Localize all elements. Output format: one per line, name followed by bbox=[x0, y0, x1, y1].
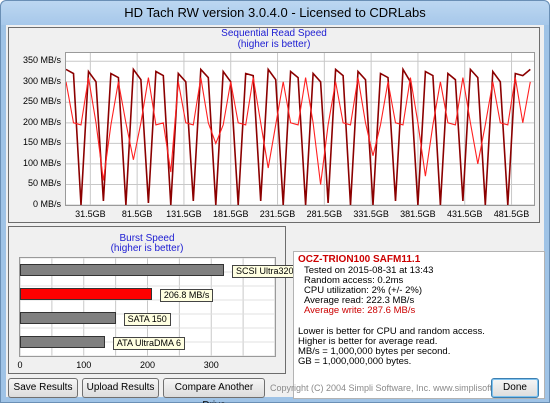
client-area: Sequential Read Speed (higher is better)… bbox=[6, 25, 545, 403]
burst-x-tick-label: 100 bbox=[76, 360, 92, 370]
read-y-tick-label: 200 MB/s bbox=[22, 116, 61, 127]
read-x-tick-label: 181.5GB bbox=[212, 209, 249, 219]
average-write: Average write: 287.6 MB/s bbox=[304, 305, 416, 316]
read-y-tick-label: 0 MB/s bbox=[32, 199, 61, 209]
burst-x-tick-label: 300 bbox=[203, 360, 219, 370]
burst-graph-subtitle: (higher is better) bbox=[110, 243, 184, 254]
read-x-tick-label: 131.5GB bbox=[166, 209, 202, 219]
burst-bar-label: SATA 150 bbox=[123, 313, 171, 326]
read-x-tick-label: 81.5GB bbox=[121, 209, 153, 219]
upload-results-button[interactable]: Upload Results bbox=[82, 378, 159, 398]
read-graph-subtitle: (higher is better) bbox=[237, 39, 311, 50]
read-y-tick-label: 50 MB/s bbox=[27, 178, 61, 189]
read-x-tick-label: 381.5GB bbox=[400, 209, 436, 219]
read-x-tick-label: 481.5GB bbox=[493, 209, 530, 219]
burst-bar bbox=[20, 288, 152, 300]
burst-x-tick-label: 0 bbox=[17, 360, 23, 370]
burst-bar-label: 206.8 MB/s bbox=[159, 289, 214, 302]
results-info-box: OCZ-TRION100 SAFM11.1 Tested on 2015-08-… bbox=[293, 251, 545, 399]
read-y-tick-label: 150 MB/s bbox=[22, 137, 61, 148]
read-y-tick-label: 300 MB/s bbox=[22, 75, 61, 86]
done-button[interactable]: Done bbox=[491, 378, 539, 398]
read-x-tick-label: 31.5GB bbox=[75, 209, 106, 219]
title-bar[interactable]: HD Tach RW version 3.0.4.0 - Licensed to… bbox=[1, 1, 549, 25]
burst-bar bbox=[20, 264, 224, 276]
read-x-tick-label: 331.5GB bbox=[353, 209, 389, 219]
burst-bar bbox=[20, 312, 116, 324]
read-chart bbox=[66, 53, 534, 205]
read-plot-area bbox=[65, 52, 535, 206]
burst-graph-panel: Burst Speed (higher is better) SCSI Ultr… bbox=[8, 226, 298, 374]
read-x-tick-label: 231.5GB bbox=[259, 209, 296, 219]
read-graph-panel: Sequential Read Speed (higher is better)… bbox=[8, 27, 540, 223]
app-window: HD Tach RW version 3.0.4.0 - Licensed to… bbox=[0, 0, 550, 403]
drive-name: OCZ-TRION100 SAFM11.1 bbox=[298, 254, 421, 265]
save-results-button[interactable]: Save Results bbox=[8, 378, 78, 398]
window-title: HD Tach RW version 3.0.4.0 - Licensed to… bbox=[124, 5, 426, 20]
read-x-tick-label: 281.5GB bbox=[306, 209, 343, 219]
burst-bar-label: SCSI Ultra320 bbox=[232, 265, 298, 278]
compare-drive-button[interactable]: Compare Another Drive bbox=[163, 378, 265, 403]
read-x-tick-label: 431.5GB bbox=[446, 209, 483, 219]
burst-x-tick-label: 200 bbox=[139, 360, 156, 370]
note-gb-def: GB = 1,000,000,000 bytes. bbox=[298, 356, 412, 367]
burst-bar-label: ATA UltraDMA 6 bbox=[112, 337, 185, 350]
burst-plot-area: SCSI Ultra320 206.8 MB/s SATA 150 ATA Ultra… bbox=[19, 257, 298, 357]
burst-bar bbox=[20, 336, 105, 348]
read-y-tick-label: 250 MB/s bbox=[22, 96, 61, 107]
read-y-tick-label: 350 MB/s bbox=[22, 55, 61, 66]
read-y-tick-label: 100 MB/s bbox=[22, 157, 61, 168]
